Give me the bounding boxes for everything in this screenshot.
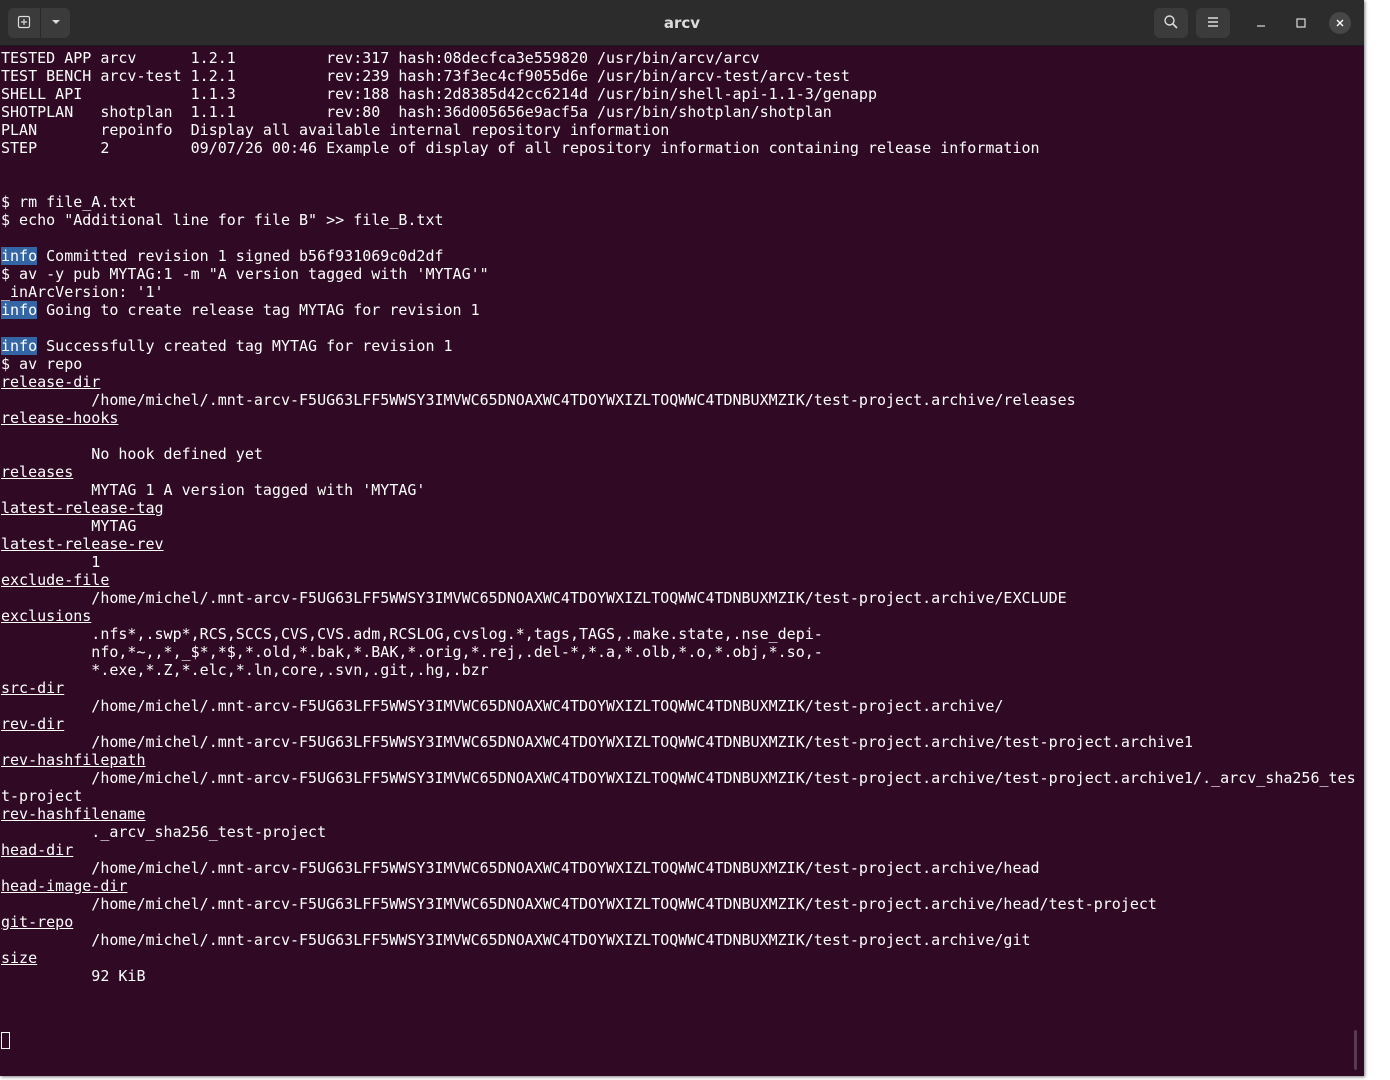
section-header: head-image-dir — [1, 877, 128, 895]
section-value: t-project — [1, 787, 83, 805]
maximize-icon — [1295, 14, 1307, 33]
menu-button[interactable] — [1196, 8, 1230, 38]
close-button[interactable] — [1329, 12, 1351, 34]
info-message: Successfully created tag MYTAG for revis… — [46, 337, 453, 355]
maximize-button[interactable] — [1290, 12, 1312, 34]
section-header: rev-hashfilename — [1, 805, 146, 823]
section-header: exclusions — [1, 607, 92, 625]
terminal-line: SHOTPLAN shotplan 1.1.1 rev:80 hash:36d0… — [1, 103, 832, 121]
section-value: .nfs*,.swp*,RCS,SCCS,CVS,CVS.adm,RCSLOG,… — [1, 625, 823, 643]
section-value: /home/michel/.mnt-arcv-F5UG63LFF5WWSY3IM… — [1, 697, 1004, 715]
new-tab-icon — [16, 14, 32, 33]
section-value: /home/michel/.mnt-arcv-F5UG63LFF5WWSY3IM… — [1, 895, 1157, 913]
terminal-line: STEP 2 09/07/26 00:46 Example of display… — [1, 139, 1040, 157]
section-value: *.exe,*.Z,*.elc,*.ln,core,.svn,.git,.hg,… — [1, 661, 489, 679]
section-value: /home/michel/.mnt-arcv-F5UG63LFF5WWSY3IM… — [1, 733, 1194, 751]
terminal-line: TESTED APP arcv 1.2.1 rev:317 hash:08dec… — [1, 49, 760, 67]
info-badge: info — [1, 301, 38, 319]
section-header: git-repo — [1, 913, 74, 931]
command-line: $ echo "Additional line for file B" >> f… — [1, 211, 444, 229]
section-header: latest-release-tag — [1, 499, 164, 517]
chevron-down-icon — [50, 16, 62, 31]
new-tab-dropdown-button[interactable] — [40, 8, 70, 38]
terminal-window: arcv TESTED APP arcv 1.2.1 rev:317 hash:… — [0, 0, 1364, 1076]
section-value: /home/michel/.mnt-arcv-F5UG63LFF5WWSY3IM… — [1, 769, 1356, 787]
info-line: info Committed revision 1 signed b56f931… — [1, 247, 444, 265]
section-value: /home/michel/.mnt-arcv-F5UG63LFF5WWSY3IM… — [1, 859, 1040, 877]
terminal-line: _inArcVersion: '1' — [1, 283, 164, 301]
info-badge: info — [1, 337, 38, 355]
section-header: exclude-file — [1, 571, 110, 589]
search-icon — [1163, 14, 1179, 33]
section-value: /home/michel/.mnt-arcv-F5UG63LFF5WWSY3IM… — [1, 391, 1076, 409]
info-line: info Going to create release tag MYTAG f… — [1, 301, 480, 319]
terminal-line: TEST BENCH arcv-test 1.2.1 rev:239 hash:… — [1, 67, 850, 85]
search-button[interactable] — [1154, 8, 1188, 38]
info-badge: info — [1, 247, 38, 265]
terminal-scrollbar[interactable] — [1354, 1030, 1357, 1070]
terminal-line: PLAN repoinfo Display all available inte… — [1, 121, 670, 139]
command-line: $ rm file_A.txt — [1, 193, 137, 211]
minimize-button[interactable] — [1250, 12, 1272, 34]
section-header: head-dir — [1, 841, 74, 859]
section-header: releases — [1, 463, 74, 481]
info-message: Going to create release tag MYTAG for re… — [46, 301, 480, 319]
headerbar: arcv — [0, 0, 1364, 46]
section-value: nfo,*~,,*,_$*,*$,*.old,*.bak,*.BAK,*.ori… — [1, 643, 823, 661]
section-header: rev-hashfilepath — [1, 751, 146, 769]
section-value: No hook defined yet — [1, 445, 263, 463]
command-line: $ av repo — [1, 355, 83, 373]
hamburger-menu-icon — [1205, 14, 1221, 33]
section-value: /home/michel/.mnt-arcv-F5UG63LFF5WWSY3IM… — [1, 589, 1067, 607]
minimize-icon — [1255, 14, 1267, 33]
section-header: release-hooks — [1, 409, 119, 427]
info-line: info Successfully created tag MYTAG for … — [1, 337, 453, 355]
section-header: rev-dir — [1, 715, 65, 733]
section-value: MYTAG — [1, 517, 137, 535]
terminal-cursor — [1, 1032, 10, 1049]
terminal-output[interactable]: TESTED APP arcv 1.2.1 rev:317 hash:08dec… — [0, 48, 1364, 1076]
section-header: release-dir — [1, 373, 101, 391]
section-value: MYTAG 1 A version tagged with 'MYTAG' — [1, 481, 426, 499]
terminal-line: SHELL API 1.1.3 rev:188 hash:2d8385d42cc… — [1, 85, 877, 103]
section-header: size — [1, 949, 38, 967]
section-header: latest-release-rev — [1, 535, 164, 553]
section-value: /home/michel/.mnt-arcv-F5UG63LFF5WWSY3IM… — [1, 931, 1031, 949]
close-icon — [1334, 14, 1346, 33]
section-value: 92 KiB — [1, 967, 146, 985]
section-value: 1 — [1, 553, 101, 571]
new-tab-button[interactable] — [8, 8, 40, 38]
command-line: $ av -y pub MYTAG:1 -m "A version tagged… — [1, 265, 489, 283]
section-header: src-dir — [1, 679, 65, 697]
info-message: Committed revision 1 signed b56f931069c0… — [46, 247, 444, 265]
section-value: ._arcv_sha256_test-project — [1, 823, 327, 841]
